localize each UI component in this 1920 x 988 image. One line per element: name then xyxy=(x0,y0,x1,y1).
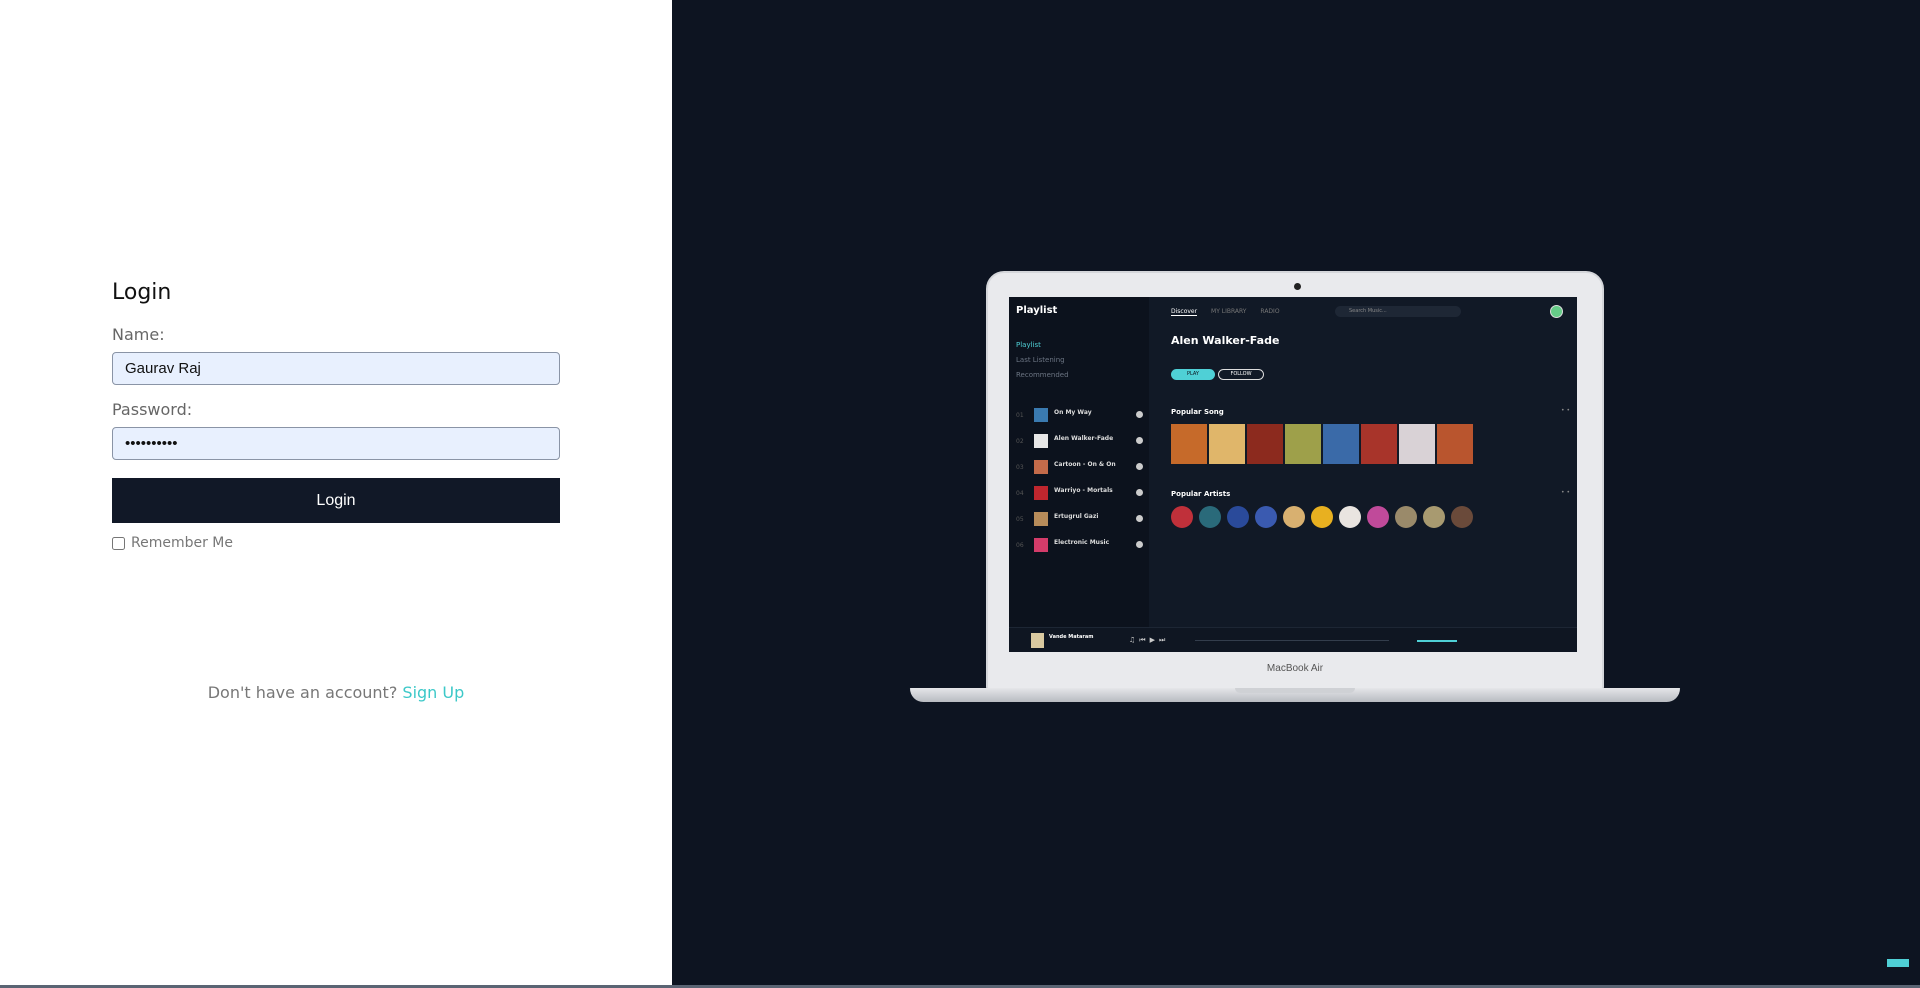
artist-avatar xyxy=(1227,506,1249,528)
app-track: 04 Warriyo - Mortals xyxy=(1016,485,1146,503)
track-play-icon xyxy=(1136,515,1143,522)
app-track: 01 On My Way xyxy=(1016,407,1146,425)
song-cover xyxy=(1247,424,1283,464)
track-number: 05 xyxy=(1016,516,1024,523)
player-controls-icon: ♫⏮▶⏭ xyxy=(1129,636,1170,644)
artist-avatar xyxy=(1171,506,1193,528)
track-play-icon xyxy=(1136,541,1143,548)
song-cover xyxy=(1399,424,1435,464)
song-cover xyxy=(1437,424,1473,464)
track-title: On My Way xyxy=(1054,409,1092,416)
artist-avatar xyxy=(1199,506,1221,528)
track-play-icon xyxy=(1136,489,1143,496)
player-volume xyxy=(1417,640,1457,642)
signup-prompt: Don't have an account? Sign Up xyxy=(0,683,672,702)
track-thumb xyxy=(1034,460,1048,474)
song-cover xyxy=(1323,424,1359,464)
app-popular-artists-title: Popular Artists xyxy=(1171,490,1231,498)
laptop-lid: Playlist Playlist Last Listening Recomme… xyxy=(986,271,1604,691)
laptop-brand: MacBook Air xyxy=(1266,663,1324,674)
app-nav-last-listening: Last Listening xyxy=(1016,356,1065,364)
remember-me-label: Remember Me xyxy=(131,535,233,551)
signup-link[interactable]: Sign Up xyxy=(402,683,464,702)
track-play-icon xyxy=(1136,463,1143,470)
app-follow-button: FOLLOW xyxy=(1218,369,1264,380)
page-root: Login Name: Password: Login Remember Me … xyxy=(0,0,1920,988)
artist-avatar xyxy=(1367,506,1389,528)
password-label: Password: xyxy=(112,400,193,419)
app-tab-library: MY LIBRARY xyxy=(1211,308,1247,315)
track-number: 03 xyxy=(1016,464,1024,471)
carousel-arrows-icon: • • xyxy=(1561,407,1570,414)
name-label: Name: xyxy=(112,325,165,344)
app-tab-discover: Discover xyxy=(1171,308,1198,316)
song-cover xyxy=(1209,424,1245,464)
name-input[interactable] xyxy=(112,352,560,385)
artist-avatar xyxy=(1423,506,1445,528)
track-thumb xyxy=(1034,538,1048,552)
song-cover xyxy=(1285,424,1321,464)
app-heading: Alen Walker-Fade xyxy=(1171,334,1280,347)
app-tabs: Discover MY LIBRARY RADIO xyxy=(1171,308,1292,316)
app-track: 03 Cartoon - On & On xyxy=(1016,459,1146,477)
app-play-button: PLAY xyxy=(1171,369,1215,380)
login-panel: Login Name: Password: Login Remember Me … xyxy=(0,0,672,985)
track-title: Alen Walker-Fade xyxy=(1054,435,1114,442)
artist-avatar xyxy=(1339,506,1361,528)
app-sidebar: Playlist Playlist Last Listening Recomme… xyxy=(1009,297,1149,627)
app-popular-songs-title: Popular Song xyxy=(1171,408,1224,416)
song-cover xyxy=(1361,424,1397,464)
app-search: Search Music... xyxy=(1335,306,1461,317)
song-cover xyxy=(1171,424,1207,464)
track-title: Electronic Music xyxy=(1054,539,1110,546)
signup-prompt-text: Don't have an account? xyxy=(207,683,398,702)
track-title: Cartoon - On & On xyxy=(1054,461,1116,468)
track-number: 02 xyxy=(1016,438,1024,445)
camera-dot xyxy=(1294,283,1301,290)
artist-avatar xyxy=(1283,506,1305,528)
laptop-illustration: Playlist Playlist Last Listening Recomme… xyxy=(910,270,1680,710)
app-track: 05 Ertugrul Gazi xyxy=(1016,511,1146,529)
track-title: Warriyo - Mortals xyxy=(1054,487,1113,494)
track-number: 01 xyxy=(1016,412,1024,419)
app-track: 02 Alen Walker-Fade xyxy=(1016,433,1146,451)
track-thumb xyxy=(1034,486,1048,500)
artist-avatar xyxy=(1451,506,1473,528)
track-thumb xyxy=(1034,408,1048,422)
carousel-arrows-icon: • • xyxy=(1561,489,1570,496)
laptop-screen: Playlist Playlist Last Listening Recomme… xyxy=(1009,297,1577,652)
remember-me-checkbox[interactable] xyxy=(112,536,125,550)
app-main: Discover MY LIBRARY RADIO Search Music..… xyxy=(1149,297,1577,627)
artist-avatar xyxy=(1311,506,1333,528)
now-playing-thumb xyxy=(1031,633,1044,648)
track-number: 06 xyxy=(1016,542,1024,549)
corner-badge[interactable] xyxy=(1887,959,1909,967)
track-play-icon xyxy=(1136,437,1143,444)
login-form: Login Name: Password: Login Remember Me xyxy=(112,280,560,551)
app-nav-recommended: Recommended xyxy=(1016,371,1069,379)
artist-avatar xyxy=(1395,506,1417,528)
track-title: Ertugrul Gazi xyxy=(1054,513,1099,520)
app-player-bar: Vande Mataram ♫⏮▶⏭ xyxy=(1009,627,1577,652)
laptop-notch xyxy=(1235,688,1355,693)
track-thumb xyxy=(1034,512,1048,526)
app-avatar xyxy=(1550,305,1563,318)
app-tab-radio: RADIO xyxy=(1260,308,1280,315)
login-title: Login xyxy=(112,280,172,305)
password-input[interactable] xyxy=(112,427,560,460)
app-nav-playlist: Playlist xyxy=(1016,341,1041,349)
login-button[interactable]: Login xyxy=(112,478,560,523)
artist-avatar xyxy=(1255,506,1277,528)
track-play-icon xyxy=(1136,411,1143,418)
track-number: 04 xyxy=(1016,490,1024,497)
app-logo: Playlist xyxy=(1016,305,1058,316)
app-track: 06 Electronic Music xyxy=(1016,537,1146,555)
track-thumb xyxy=(1034,434,1048,448)
remember-me: Remember Me xyxy=(112,535,560,551)
now-playing-title: Vande Mataram xyxy=(1049,634,1094,640)
player-progress xyxy=(1195,640,1389,641)
